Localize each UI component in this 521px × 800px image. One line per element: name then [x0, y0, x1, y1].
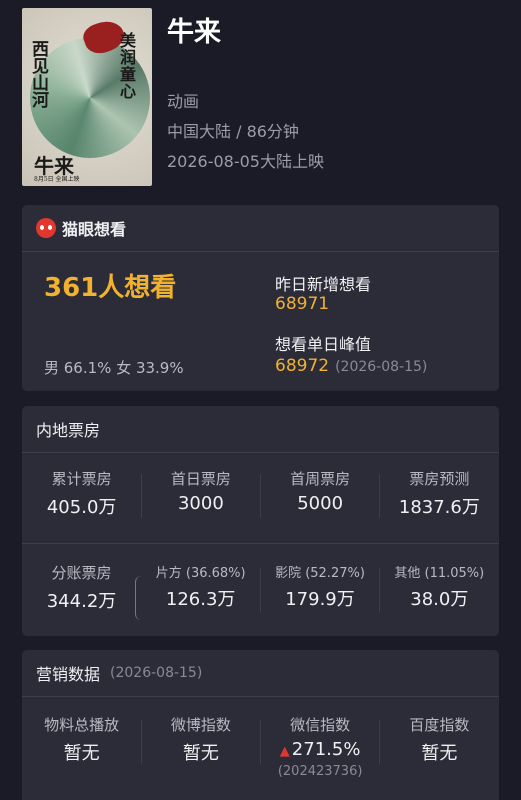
stat-label: 影院 (52.27%)	[275, 566, 365, 581]
stat-value: 38.0万	[410, 589, 469, 610]
marketing-date: (2026-08-15)	[110, 665, 203, 681]
stat-cumulative: 累计票房 405.0万	[22, 468, 141, 519]
peak-date: (2026-08-15)	[335, 359, 428, 375]
maoyan-want-card: 猫眼想看 361人想看 男 66.1% 女 33.9% 昨日新增想看 68971…	[22, 205, 499, 391]
stat-value: 1837.6万	[398, 497, 480, 518]
poster-vertical-left: 西见山河	[32, 40, 49, 111]
boxoffice-row-main: 累计票房 405.0万 首日票房 3000 首周票房 5000 票房预测 183…	[22, 468, 499, 519]
stat-label: 累计票房	[51, 470, 112, 488]
peak-row: 68972 (2026-08-15)	[275, 356, 427, 376]
movie-header: 西见山河 美润童心 牛来 8月5日 全国上映 牛来 动画 中国大陆 / 86分钟…	[0, 0, 521, 200]
marketing-header: 营销数据 (2026-08-15)	[22, 650, 499, 697]
stat-value: 暂无	[63, 743, 100, 764]
stat-label: 微信指数	[290, 716, 351, 734]
stat-label: 微博指数	[170, 716, 231, 734]
boxoffice-row-split: 分账票房 344.2万 片方 (36.68%) 126.3万 影院 (52.27…	[22, 562, 499, 620]
stat-label: 百度指数	[409, 716, 470, 734]
stat-label: 其他 (11.05%)	[394, 566, 485, 581]
stat-value: 126.3万	[165, 589, 236, 610]
stat-first-week: 首周票房 5000	[261, 468, 380, 519]
movie-region-duration: 中国大陆 / 86分钟	[167, 122, 299, 141]
maoyan-card-header: 猫眼想看	[22, 205, 499, 252]
gender-ratio: 男 66.1% 女 33.9%	[44, 359, 184, 377]
row-divider	[22, 543, 499, 544]
stat-label: 票房预测	[409, 470, 470, 488]
maoyan-logo-icon	[36, 218, 56, 238]
divider	[379, 474, 380, 518]
want-count: 361人想看	[44, 273, 177, 303]
divider	[260, 474, 261, 518]
stat-value: 179.9万	[285, 589, 355, 610]
stat-label: 物料总播放	[44, 716, 120, 734]
marketing-title: 营销数据	[36, 665, 101, 684]
stat-value: 3000	[177, 493, 224, 514]
peak-value: 68972	[275, 356, 330, 376]
stat-weibo-index: 微博指数 暂无	[141, 714, 260, 779]
stat-value: 暂无	[182, 743, 219, 764]
maoyan-brand: 猫眼想看	[62, 220, 127, 239]
peak-label: 想看单日峰值	[275, 335, 372, 354]
stat-value: 5000	[297, 493, 344, 514]
stat-distributor: 片方 (36.68%) 126.3万	[141, 562, 260, 613]
movie-title: 牛来	[167, 17, 221, 48]
stat-split: 分账票房 344.2万	[22, 562, 141, 613]
marketing-card: 营销数据 (2026-08-15) 物料总播放 暂无 微博指数 暂无 微信指数 …	[22, 650, 499, 800]
stat-value: 暂无	[421, 743, 458, 764]
movie-release-date: 2026-08-05大陆上映	[167, 152, 324, 171]
movie-genre: 动画	[167, 92, 200, 111]
stat-subvalue: (202423736)	[277, 764, 363, 779]
stat-forecast: 票房预测 1837.6万	[380, 468, 499, 519]
stat-label: 首周票房	[290, 470, 351, 488]
divider	[379, 568, 380, 612]
stat-first-day: 首日票房 3000	[141, 468, 260, 519]
stat-wechat-index: 微信指数 ▲ 271.5% (202423736)	[261, 714, 380, 779]
divider	[260, 720, 261, 764]
stat-baidu-index: 百度指数 暂无	[380, 714, 499, 779]
stat-cinema: 影院 (52.27%) 179.9万	[260, 562, 379, 613]
poster-vertical-right: 美润童心	[120, 31, 137, 101]
divider	[379, 720, 380, 764]
boxoffice-header: 内地票房	[22, 406, 499, 453]
divider	[141, 474, 142, 518]
yesterday-new-label: 昨日新增想看	[275, 275, 372, 294]
boxoffice-title: 内地票房	[36, 421, 101, 440]
stat-label: 片方 (36.68%)	[155, 566, 246, 581]
divider	[141, 720, 142, 764]
up-arrow-icon: ▲	[279, 744, 290, 759]
yesterday-new-value: 68971	[275, 294, 330, 314]
stat-value: 344.2万	[46, 591, 117, 612]
stat-other: 其他 (11.05%) 38.0万	[380, 562, 499, 613]
stat-value: 405.0万	[46, 497, 117, 518]
movie-poster[interactable]: 西见山河 美润童心 牛来 8月5日 全国上映	[22, 8, 152, 186]
divider	[260, 568, 261, 612]
stat-label: 分账票房	[51, 564, 112, 582]
marketing-row: 物料总播放 暂无 微博指数 暂无 微信指数 ▲ 271.5% (202423736…	[22, 714, 499, 779]
poster-release: 8月5日 全国上映	[34, 176, 80, 183]
stat-value-row: ▲ 271.5%	[261, 739, 380, 760]
boxoffice-card: 内地票房 累计票房 405.0万 首日票房 3000 首周票房 5000 票房预…	[22, 406, 499, 636]
stat-value: 271.5%	[291, 739, 361, 760]
stat-material-plays: 物料总播放 暂无	[22, 714, 141, 779]
stat-label: 首日票房	[170, 470, 231, 488]
